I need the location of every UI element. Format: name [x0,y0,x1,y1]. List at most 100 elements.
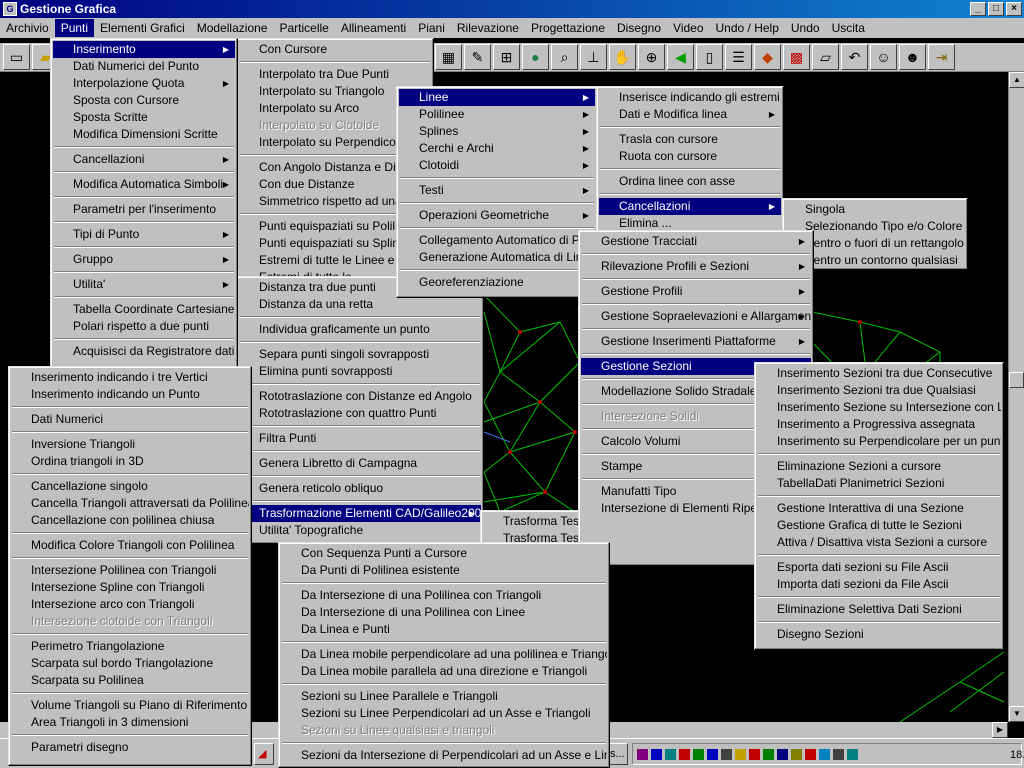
menubar-item[interactable]: Video [667,19,709,37]
palette-icon[interactable]: ▩ [783,44,810,70]
exit-icon[interactable]: ⇥ [928,44,955,70]
tray-icon[interactable] [819,748,830,760]
menu-item[interactable]: Ordina triangoli in 3D [11,453,249,470]
menu-item[interactable]: Interpolazione Quota ▶ [53,75,235,92]
menu-item[interactable]: Scarpata sul bordo Triangolazione [11,655,249,672]
menu-item[interactable]: Sezioni su Linee Parallele e Triangoli [281,688,607,705]
close-button[interactable]: × [1006,2,1022,16]
menu-item[interactable]: Splines ▶ [399,123,595,140]
menu-item[interactable]: Da Linea mobile perpendicolare ad una po… [281,646,607,663]
menu-item[interactable]: Filtra Punti [239,430,481,447]
menu-item[interactable]: Separa punti singoli sovrapposti [239,346,481,363]
menu-item[interactable]: Ordina linee con asse [599,173,781,190]
minimize-button[interactable]: _ [970,2,986,16]
tray-icon[interactable] [805,748,816,760]
menubar-item[interactable]: Particelle [273,19,334,37]
menubar-item[interactable]: Elementi Grafici [94,19,191,37]
menu-item[interactable]: Tabella Coordinate Cartesiane [53,301,235,318]
globe-icon[interactable]: ● [522,44,549,70]
eraser-icon[interactable]: ▱ [812,44,839,70]
app-icon[interactable]: G [3,2,17,16]
page-icon[interactable]: ▯ [696,44,723,70]
menubar-item[interactable]: Disegno [611,19,667,37]
menu-item[interactable]: Collegamento Automatico di Punti [399,232,595,249]
menu-item[interactable]: Gestione Interattiva di una Sezione [757,500,1001,517]
menu-item[interactable]: Con Cursore [239,41,431,58]
menu-item[interactable]: Parametri per l'inserimento [53,201,235,218]
menu-item[interactable]: Attiva / Disattiva vista Sezioni a curso… [757,534,1001,551]
menu-item[interactable]: Clotoidi ▶ [399,157,595,174]
menu-item[interactable]: Dati e Modifica linea ▶ [599,106,781,123]
menu-item[interactable]: Intersezione Spline con Triangoli [11,579,249,596]
grid-icon[interactable]: ▦ [435,44,462,70]
menu-item[interactable]: Generazione Automatica di Linee [399,249,595,266]
menu-item[interactable]: Genera Libretto di Campagna [239,455,481,472]
menu-item[interactable]: Distanza da una retta [239,296,481,313]
tray-icon[interactable] [833,748,844,760]
menu-item[interactable]: Linee ▶ [399,89,595,106]
menu-item[interactable]: Inserimento Sezioni tra due Qualsiasi [757,382,1001,399]
arrow-left-icon[interactable]: ◀ [667,44,694,70]
scroll-up-icon[interactable]: ▲ [1009,72,1024,88]
menu-item[interactable]: Genera reticolo obliquo [239,480,481,497]
menu-item[interactable]: Polari rispetto a due punti [53,318,235,335]
tray-icon[interactable] [735,748,746,760]
menubar-item[interactable]: Allineamenti [335,19,412,37]
menubar-item[interactable]: Punti [54,19,95,37]
menubar-item[interactable]: Modellazione [191,19,274,37]
menu-item[interactable]: Da Punti di Polilinea esistente [281,562,607,579]
menu-item[interactable]: Utilita' Topografiche [239,522,481,539]
menu-item[interactable]: Inserimento indicando un Punto [11,386,249,403]
menu-item[interactable]: Elimina punti sovrapposti [239,363,481,380]
menu-item[interactable]: Acquisisci da Registratore dati [53,343,235,360]
zoom-in-icon[interactable]: ⊕ [638,44,665,70]
menu-item[interactable]: Dati Numerici del Punto [53,58,235,75]
menu-item[interactable]: Da Intersezione di una Polilinea con Tri… [281,587,607,604]
menubar-item[interactable]: Undo / Help [710,19,785,37]
edit-icon[interactable]: ✎ [464,44,491,70]
menu-item[interactable]: Georeferenziazione [399,274,595,291]
hand-icon[interactable]: ✋ [609,44,636,70]
menu-item[interactable]: Polilinee ▶ [399,106,595,123]
menu-item[interactable]: Modifica Colore Triangoli con Polilinea [11,537,249,554]
menu-item[interactable]: Gruppo ▶ [53,251,235,268]
menu-item[interactable]: Parametri disegno [11,739,249,756]
menu-item[interactable]: Cancellazioni ▶ [53,151,235,168]
menu-item[interactable]: Area Triangoli in 3 dimensioni [11,714,249,731]
menubar-item[interactable]: Piani [412,19,451,37]
menu-item[interactable]: Cancellazione singolo [11,478,249,495]
taskbar-app-icon[interactable]: ◢ [254,743,274,765]
menu-item[interactable]: Scarpata su Polilinea [11,672,249,689]
menu-item[interactable]: Con Sequenza Punti a Cursore [281,545,607,562]
undo-icon[interactable]: ↶ [841,44,868,70]
menu-item[interactable]: Cancella Triangoli attraversati da Polil… [11,495,249,512]
menu-item[interactable]: Esporta dati sezioni su File Ascii [757,559,1001,576]
crosshair-icon[interactable]: ⊞ [493,44,520,70]
menu-item[interactable]: Importa dati sezioni da File Ascii [757,576,1001,593]
layers-icon[interactable]: ◆ [754,44,781,70]
menu-item[interactable]: Tipi di Punto ▶ [53,226,235,243]
menu-item[interactable]: Perimetro Triangolazione [11,638,249,655]
menu-item[interactable]: Da Linea e Punti [281,621,607,638]
menu-item[interactable]: Da Intersezione di una Polilinea con Lin… [281,604,607,621]
menu-item[interactable]: Utilita' ▶ [53,276,235,293]
tray-icon[interactable] [637,748,648,760]
menu-item[interactable]: Rototraslazione con Distanze ed Angolo [239,388,481,405]
menubar-item[interactable]: Uscita [826,19,871,37]
menubar-item[interactable]: Rilevazione [451,19,525,37]
menubar-item[interactable]: Undo [785,19,826,37]
vertical-scrollbar[interactable]: ▲ ▼ [1008,72,1024,722]
tray-icon[interactable] [679,748,690,760]
menu-item[interactable]: Intersezione arco con Triangoli [11,596,249,613]
menu-item[interactable]: Intersezione Polilinea con Triangoli [11,562,249,579]
menu-item[interactable]: Inserimento su Perpendicolare per un pun… [757,433,1001,450]
new-file-icon[interactable]: ▭ [3,44,30,70]
menu-item[interactable]: Gestione Inserimenti Piattaforme ▶ [581,333,811,350]
menu-item[interactable]: Individua graficamente un punto [239,321,481,338]
menu-item[interactable]: Cancellazioni ▶ [599,198,781,215]
menu-item[interactable]: Trasla con cursore [599,131,781,148]
menu-item[interactable]: Gestione Tracciati ▶ [581,233,811,250]
menu-item[interactable]: Cancellazione con polilinea chiusa [11,512,249,529]
menu-item[interactable]: Inserimento indicando i tre Vertici [11,369,249,386]
tray-icon[interactable] [693,748,704,760]
